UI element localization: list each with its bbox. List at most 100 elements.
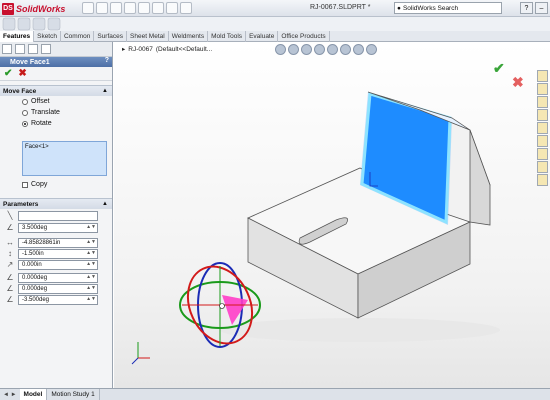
radio-button[interactable]	[22, 98, 28, 105]
model-tabs: Model Motion Study 1	[19, 389, 100, 400]
save-icon[interactable]	[110, 2, 122, 14]
revolve-icon[interactable]	[17, 17, 31, 31]
param-icon: ∠	[6, 223, 14, 232]
reference-row: ╲	[5, 210, 98, 221]
option-offset[interactable]: Offset	[0, 96, 112, 107]
ok-button[interactable]: ✔	[4, 68, 12, 79]
selected-face: Face<1>	[25, 144, 49, 150]
zoom-fit-icon[interactable]	[275, 44, 286, 55]
tab-features[interactable]: Features	[0, 31, 35, 42]
select-icon[interactable]	[152, 2, 164, 14]
dim-xpert-icon[interactable]	[41, 44, 51, 54]
rebuild-icon[interactable]	[166, 2, 178, 14]
param-row: ∠ 0.000deg ▲▼	[5, 272, 98, 283]
config-manager-icon[interactable]	[28, 44, 38, 54]
undo-icon[interactable]	[138, 2, 150, 14]
tab-sheet-metal[interactable]: Sheet Metal	[127, 31, 169, 42]
appearance-icon[interactable]	[366, 44, 377, 55]
pm-help-icon[interactable]: ?	[105, 57, 109, 64]
hide-show-icon[interactable]	[353, 44, 364, 55]
zoom-area-icon[interactable]	[288, 44, 299, 55]
param-icon: ∠	[6, 273, 14, 282]
copy-checkbox-box[interactable]	[22, 181, 28, 188]
display-style-icon[interactable]	[340, 44, 351, 55]
toolbox-icon[interactable]	[537, 174, 548, 186]
option-translate[interactable]: Translate	[0, 107, 112, 118]
radio-button[interactable]	[22, 109, 28, 116]
param-input[interactable]: 0.000deg ▲▼	[18, 283, 98, 294]
open-icon[interactable]	[96, 2, 108, 14]
part-icon: ▸	[122, 46, 126, 53]
param-input[interactable]: 0.000deg ▲▼	[18, 272, 98, 283]
tab-mold-tools[interactable]: Mold Tools	[208, 31, 247, 42]
graphics-area[interactable]	[114, 42, 550, 388]
help-icon[interactable]: ?	[520, 2, 533, 14]
bottom-tab-model[interactable]: Model	[19, 389, 48, 400]
cancel-button[interactable]: ✖	[18, 68, 26, 79]
confirm-corner-cancel[interactable]: ✖	[512, 74, 524, 91]
view-palette-icon[interactable]	[537, 122, 548, 134]
bottom-tab-motion-study-1[interactable]: Motion Study 1	[47, 389, 100, 400]
view-orientation-icon[interactable]	[327, 44, 338, 55]
resources-icon[interactable]	[537, 70, 548, 82]
search-results-icon[interactable]	[537, 109, 548, 121]
tab-office-products[interactable]: Office Products	[278, 31, 330, 42]
spin-icon[interactable]: ▲▼	[86, 224, 96, 230]
search-input[interactable]: ● SolidWorks Search	[394, 2, 502, 14]
param-row: ↗ 0.000in ▲▼	[5, 259, 98, 270]
file-explorer-icon[interactable]	[537, 96, 548, 108]
param-input[interactable]: 3.500deg ▲▼	[18, 222, 98, 233]
face-selection-box[interactable]: Face<1>	[22, 141, 107, 176]
print-icon[interactable]	[124, 2, 136, 14]
option-label: Offset	[31, 98, 50, 105]
task-pane-tabs	[537, 70, 549, 186]
config-name: (Default<<Default...	[155, 45, 213, 53]
param-icon: ↗	[6, 260, 14, 269]
spin-icon[interactable]: ▲▼	[86, 250, 96, 256]
appearances-icon[interactable]	[537, 135, 548, 147]
copy-checkbox[interactable]: Copy	[22, 181, 47, 188]
spin-icon[interactable]: ▲▼	[86, 274, 96, 280]
tab-surfaces[interactable]: Surfaces	[94, 31, 128, 42]
tab-nav-icon[interactable]: ◄ ►	[0, 392, 20, 398]
param-input[interactable]: -1.500in ▲▼	[18, 248, 98, 259]
pdf-icon[interactable]	[537, 161, 548, 173]
feature-manager-icon[interactable]	[2, 44, 12, 54]
option-label: Translate	[31, 109, 60, 116]
spin-icon[interactable]: ▲▼	[86, 296, 96, 302]
reference-input[interactable]	[18, 210, 98, 221]
design-library-icon[interactable]	[537, 83, 548, 95]
param-input[interactable]: 0.000in ▲▼	[18, 259, 98, 270]
spin-icon[interactable]: ▲▼	[86, 261, 96, 267]
pm-buttons: ✔ ✖	[0, 67, 112, 81]
param-value: 0.000in	[22, 261, 42, 268]
brand-name: SolidWorks	[16, 3, 66, 14]
confirm-corner-ok[interactable]: ✔	[493, 60, 505, 77]
options-icon[interactable]	[180, 2, 192, 14]
option-rotate[interactable]: Rotate	[0, 118, 112, 129]
app-logo[interactable]: DS SolidWorks	[2, 1, 65, 16]
sweep-icon[interactable]	[32, 17, 46, 31]
section-view-icon[interactable]	[314, 44, 325, 55]
group-header[interactable]: Move Face ▲	[0, 86, 112, 96]
tab-sketch[interactable]: Sketch	[34, 31, 61, 42]
extrude-icon[interactable]	[2, 17, 16, 31]
loft-icon[interactable]	[47, 17, 61, 31]
option-label: Rotate	[31, 120, 52, 127]
param-input[interactable]: -4.85828861in ▲▼	[18, 237, 98, 248]
feature-tree-flyout[interactable]: ▸ RJ-0067 (Default<<Default...	[122, 45, 213, 54]
tab-common[interactable]: Common	[61, 31, 95, 42]
custom-properties-icon[interactable]	[537, 148, 548, 160]
tab-evaluate[interactable]: Evaluate	[246, 31, 279, 42]
new-doc-icon[interactable]	[82, 2, 94, 14]
spin-icon[interactable]: ▲▼	[86, 285, 96, 291]
previous-view-icon[interactable]	[301, 44, 312, 55]
group-header[interactable]: Parameters ▲	[0, 199, 112, 209]
minimize-icon[interactable]: –	[535, 2, 548, 14]
tab-weldments[interactable]: Weldments	[169, 31, 209, 42]
window-controls: ? –	[520, 2, 548, 14]
property-manager-icon[interactable]	[15, 44, 25, 54]
spin-icon[interactable]: ▲▼	[86, 239, 96, 245]
radio-button[interactable]	[22, 120, 28, 127]
param-input[interactable]: -3.500deg ▲▼	[18, 294, 98, 305]
